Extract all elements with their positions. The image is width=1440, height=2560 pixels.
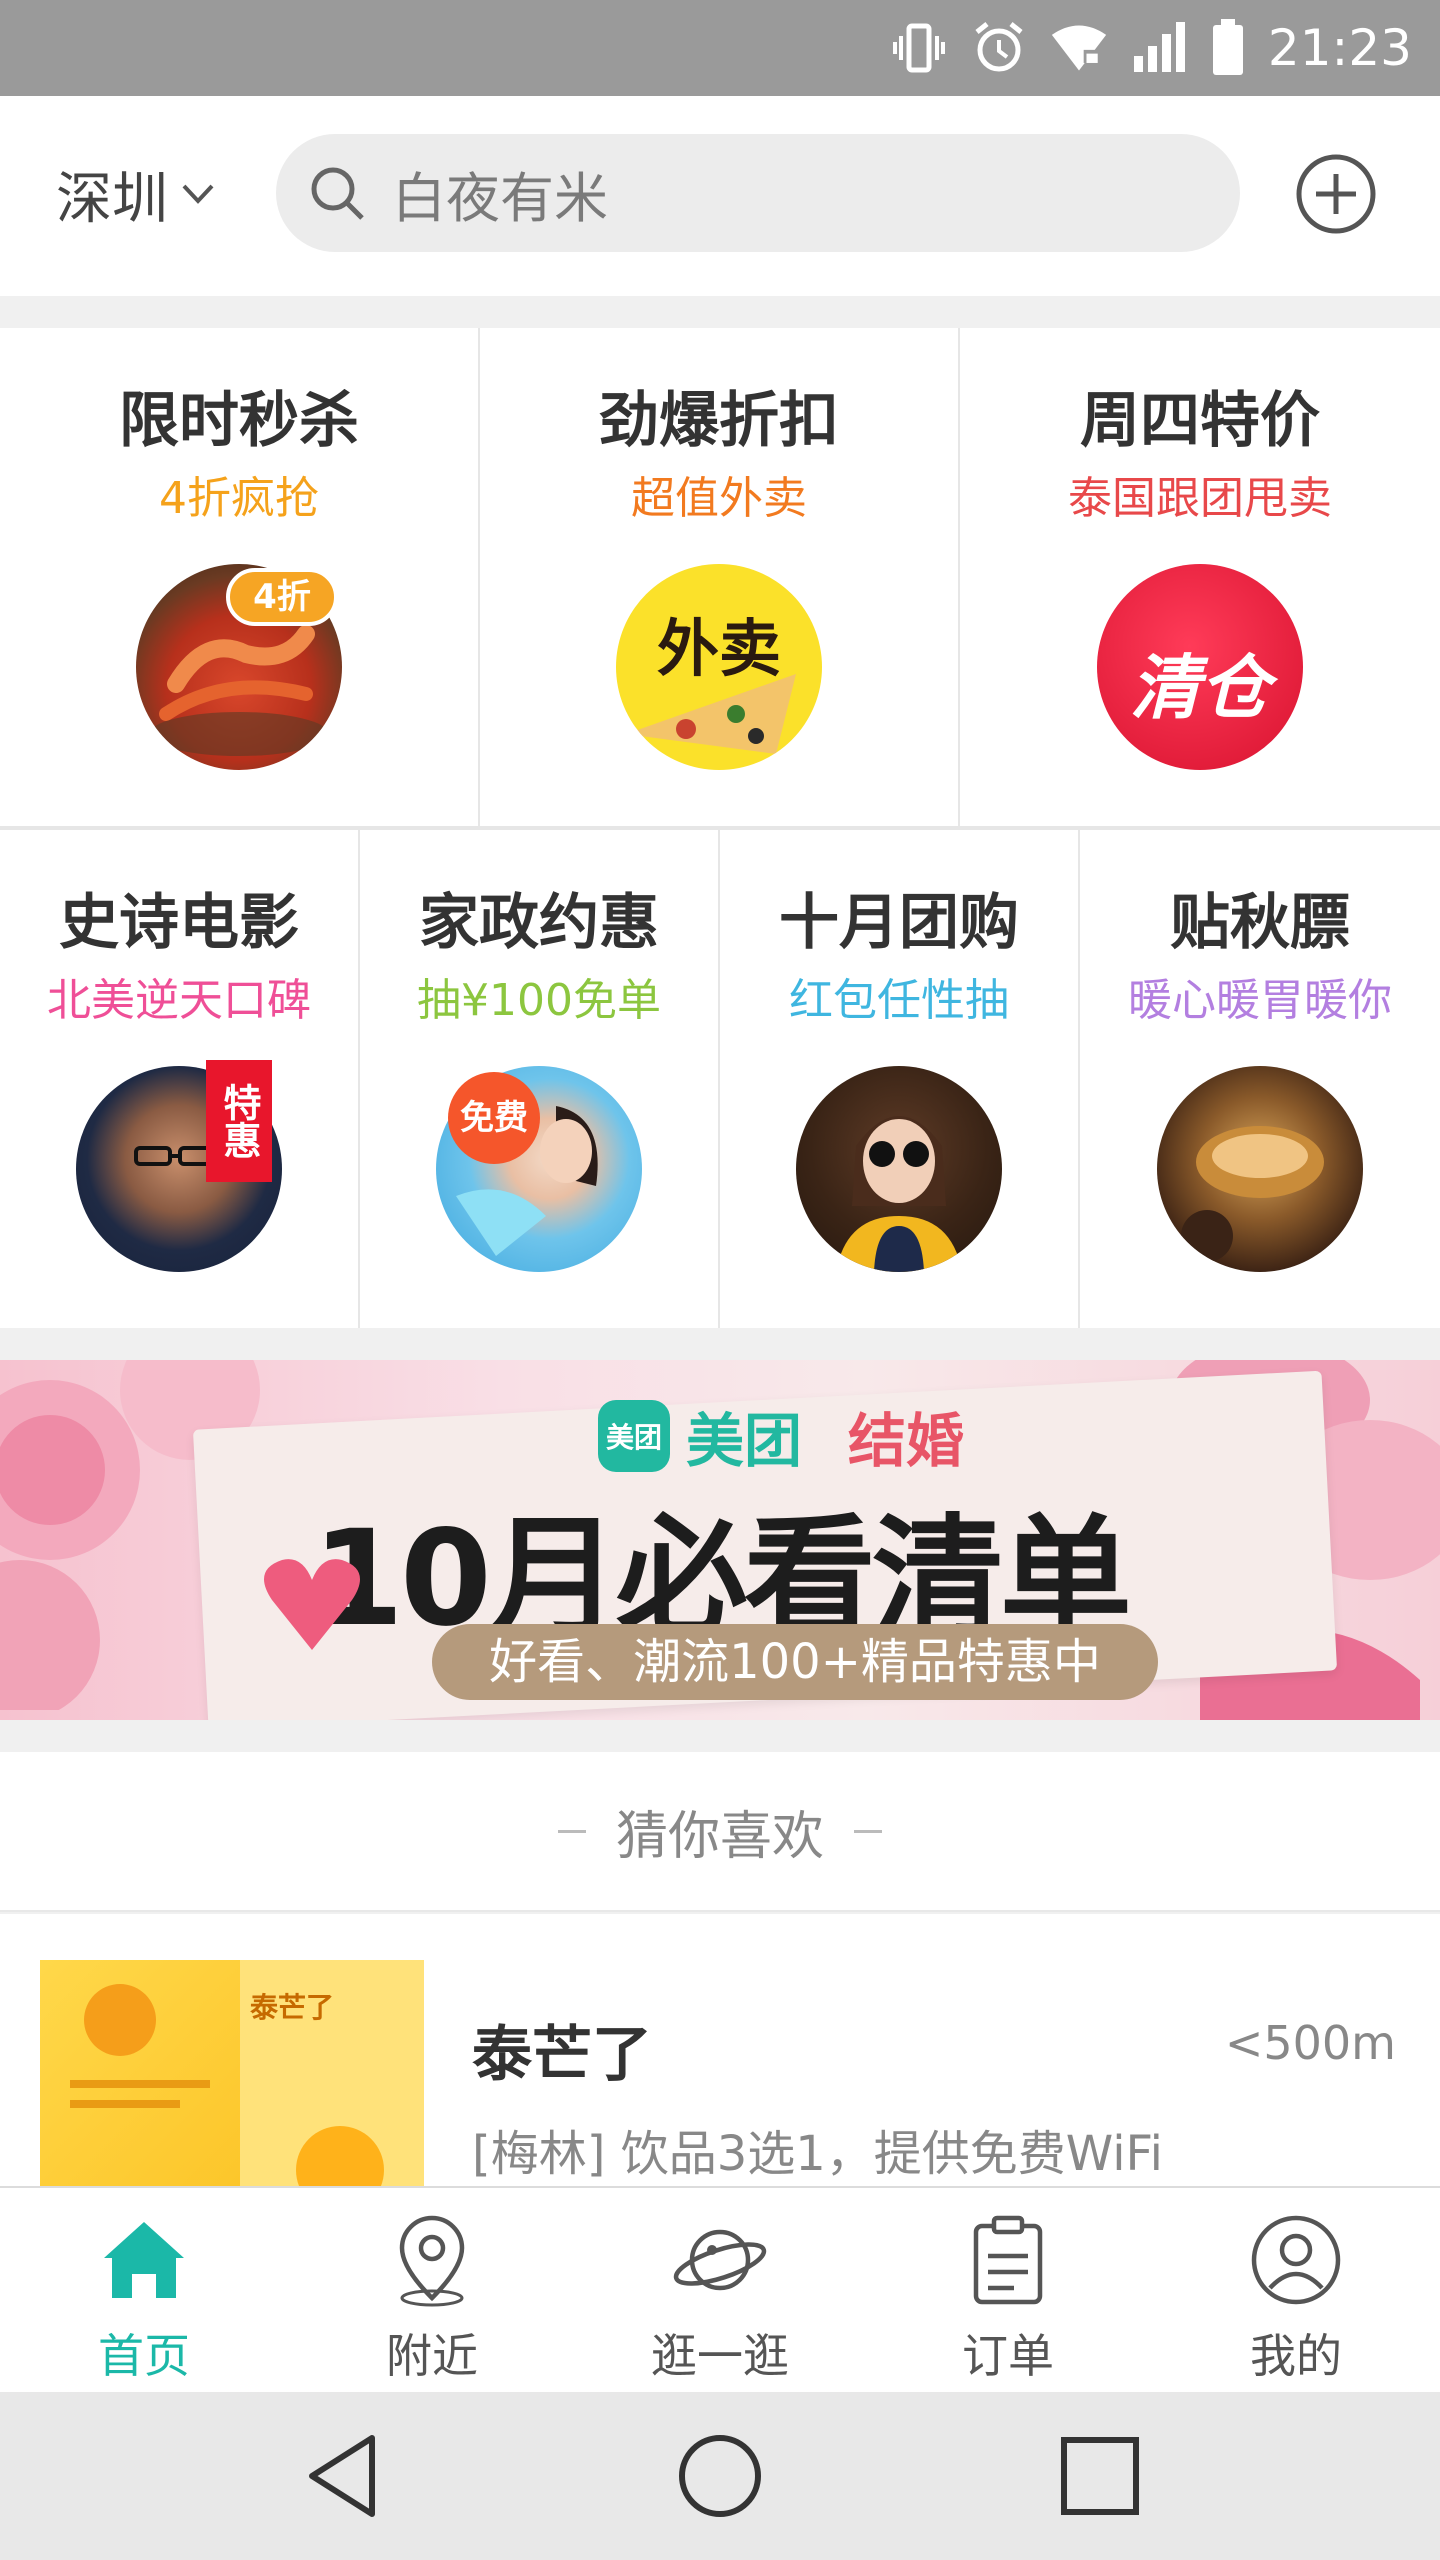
promo-housekeeping[interactable]: 家政约惠 抽¥100免单 免费: [360, 830, 720, 1328]
city-selector[interactable]: 深圳: [56, 152, 218, 236]
promo-subtitle: 红包任性抽: [789, 975, 1009, 1026]
promo-title: 家政约惠: [419, 888, 659, 958]
recommend-heading: 猜你喜欢: [0, 1752, 1440, 1912]
promo-subtitle: 北美逆天口碑: [47, 975, 311, 1026]
add-button[interactable]: [1294, 152, 1378, 236]
clearance-sale-image: 清仓: [1097, 564, 1303, 770]
promo-flash-sale[interactable]: 限时秒杀 4折疯抢 4折: [0, 328, 480, 826]
clipboard-icon: [973, 2215, 1043, 2305]
tab-nearby[interactable]: 附近: [288, 2188, 576, 2392]
list-item[interactable]: 泰芒了 泰芒了 <500m [梅林] 饮品3选1，提供免费WiFi: [0, 1914, 1440, 2186]
takeout-badge-text: 外卖: [656, 612, 781, 685]
promo-subtitle: 暖心暖胃暖你: [1128, 975, 1392, 1026]
deal-description: [梅林] 饮品3选1，提供免费WiFi: [472, 2126, 1163, 2182]
location-pin-icon: [399, 2215, 465, 2307]
search-input[interactable]: 白夜有米: [276, 134, 1240, 252]
banner-logo: 美团 美团 结婚: [598, 1394, 964, 1478]
promo-title: 限时秒杀: [119, 386, 359, 456]
deal-name: 泰芒了: [472, 2020, 652, 2090]
promo-subtitle: 抽¥100免单: [417, 975, 661, 1026]
free-badge: 免费: [448, 1072, 540, 1164]
home-icon: [104, 2222, 184, 2298]
soup-pot-image: [1157, 1066, 1363, 1272]
special-offer-badge: 特惠: [206, 1060, 272, 1182]
vibrate-icon: [890, 19, 948, 77]
tab-home[interactable]: 首页: [0, 2188, 288, 2392]
promo-subtitle: 4折疯抢: [159, 473, 319, 524]
thumbnail-label: 泰芒了: [250, 1991, 335, 2024]
recommend-title: 猜你喜欢: [615, 1806, 824, 1867]
alarm-icon: [970, 19, 1028, 77]
planet-icon: [673, 2229, 767, 2291]
tab-orders[interactable]: 订单: [864, 2188, 1152, 2392]
tab-label: 首页: [98, 2329, 190, 2383]
promo-subtitle: 超值外卖: [631, 473, 807, 524]
recent-apps-icon[interactable]: [1052, 2428, 1148, 2524]
user-icon: [1251, 2215, 1341, 2305]
promo-title: 劲爆折扣: [599, 386, 839, 456]
promo-october-group-buy[interactable]: 十月团购 红包任性抽: [720, 830, 1080, 1328]
promo-title: 贴秋膘: [1170, 888, 1350, 958]
status-bar: 21:23: [0, 0, 1440, 96]
tab-mine[interactable]: 我的: [1152, 2188, 1440, 2392]
banner-brand: 美团: [686, 1407, 803, 1475]
promo-subtitle: 泰国跟团甩卖: [1068, 473, 1332, 524]
promo-big-discount[interactable]: 劲爆折扣 超值外卖 外卖: [480, 328, 960, 826]
tab-label: 附近: [386, 2329, 478, 2383]
chevron-down-icon: [182, 184, 214, 204]
heading-dash: [557, 1829, 586, 1833]
search-placeholder: 白夜有米: [392, 166, 608, 230]
tab-label: 订单: [962, 2329, 1054, 2383]
heading-dash: [854, 1829, 882, 1833]
top-header: 深圳 白夜有米: [0, 96, 1440, 296]
fashion-girl-image: [796, 1066, 1002, 1272]
home-circle-icon[interactable]: [672, 2428, 768, 2524]
promo-title: 十月团购: [779, 888, 1019, 958]
wedding-promo-banner[interactable]: 美团 美团 结婚 10月必看清单 好看、潮流100+精品特惠中: [0, 1360, 1440, 1720]
banner-category: 结婚: [848, 1407, 965, 1475]
promo-title: 史诗电影: [59, 888, 299, 958]
tab-label: 我的: [1250, 2329, 1342, 2383]
promo-thursday-special[interactable]: 周四特价 泰国跟团甩卖 清仓: [960, 328, 1440, 826]
clearance-badge-text: 清仓: [1130, 647, 1270, 729]
meituan-logo-icon: 美团: [598, 1400, 670, 1472]
promo-title: 周四特价: [1080, 386, 1320, 456]
tab-browse[interactable]: 逛一逛: [576, 2188, 864, 2392]
battery-icon: [1210, 19, 1246, 77]
back-icon[interactable]: [294, 2428, 390, 2524]
bottom-tab-bar: 首页 附近 逛一逛 订单 我的: [0, 2186, 1440, 2392]
deal-distance: <500m: [1224, 2016, 1396, 2070]
signal-icon: [1130, 19, 1188, 77]
city-label: 深圳: [56, 166, 168, 232]
promo-autumn-feast[interactable]: 贴秋膘 暖心暖胃暖你: [1080, 830, 1440, 1328]
discount-badge: 4折: [226, 568, 338, 626]
tab-label: 逛一逛: [651, 2329, 789, 2383]
pizza-delivery-image: 外卖: [616, 564, 822, 770]
promo-epic-movie[interactable]: 史诗电影 北美逆天口碑 特惠: [0, 830, 360, 1328]
system-nav-bar: [0, 2392, 1440, 2560]
promo-row-1: 限时秒杀 4折疯抢 4折 劲爆折扣 超值外卖 外卖 周四特价 泰国跟团甩卖 清仓: [0, 328, 1440, 826]
banner-subtitle-pill: 好看、潮流100+精品特惠中: [432, 1624, 1158, 1700]
wifi-icon: [1050, 19, 1108, 77]
heart-decoration: [264, 1559, 360, 1650]
clock-time: 21:23: [1267, 19, 1412, 77]
deal-thumbnail: 泰芒了: [40, 1960, 424, 2186]
search-icon: [311, 167, 364, 220]
promo-row-2: 史诗电影 北美逆天口碑 特惠 家政约惠 抽¥100免单 免费 十月团购 红包任性…: [0, 830, 1440, 1328]
